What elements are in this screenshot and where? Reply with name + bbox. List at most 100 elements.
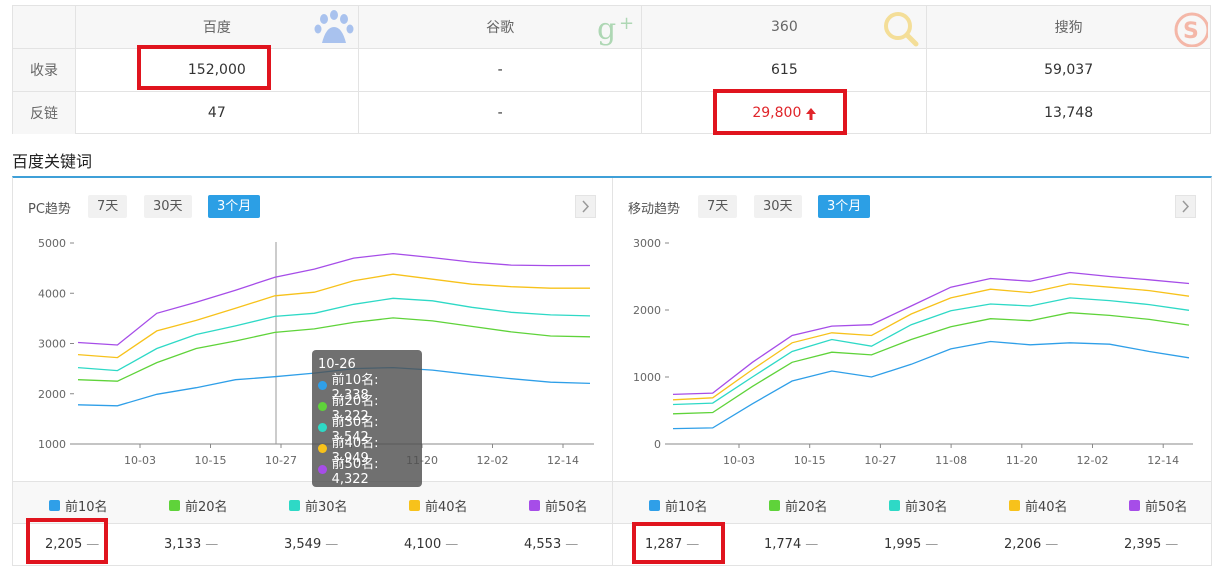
tab-30-days[interactable]: 30天 [754,195,802,218]
value-number: 2,206 [1004,537,1042,552]
legend-swatch [289,500,300,511]
value-top40: 4,100— [404,537,458,552]
legend-row: 前10名 前20名 前30名 前40名 前50名 [613,481,1211,524]
tab-30-days[interactable]: 30天 [144,195,192,218]
legend-item-top40[interactable]: 前40名 [409,496,468,515]
row-label: 反链 [13,92,75,134]
series-line-前50名 [77,252,591,346]
legend-swatch [409,500,420,511]
legend-label: 前30名 [305,500,348,515]
legend-label: 前40名 [425,500,468,515]
x-tick-label: 11-08 [935,454,967,467]
google-index-count: - [357,49,642,91]
value-number: 2,395 [1124,537,1162,552]
legend-item-top20[interactable]: 前20名 [769,496,828,515]
legend-item-top30[interactable]: 前30名 [289,496,348,515]
y-tick-label: 3000 [38,338,66,351]
tab-3-months[interactable]: 3个月 [208,195,261,218]
baidu-index-count: 152,000 [74,49,358,91]
tooltip-dot [318,381,327,390]
header-sogou: 搜狗 S [926,6,1211,48]
trend-flat-icon: — [565,537,579,552]
legend-label: 前20名 [185,500,228,515]
chart-tooltip: 10-26 前10名: 2,338 前20名: 3,222 前30名: 3,54… [312,350,422,487]
current-values-row: 1,287— 1,774— 1,995— 2,206— 2,395— [613,524,1211,566]
chevron-right-icon [582,200,590,213]
sogou-s-icon: S [1174,12,1209,47]
tab-3-months[interactable]: 3个月 [818,195,871,218]
next-button[interactable] [1175,195,1196,218]
tab-7-days[interactable]: 7天 [88,195,128,218]
series-line-前30名 [672,297,1190,406]
legend-item-top30[interactable]: 前30名 [889,496,948,515]
legend-label: 前10名 [665,500,708,515]
legend-swatch [1129,500,1140,511]
baidu-paw-icon [314,10,354,43]
table-row: 收录 152,000 - 615 59,037 [13,48,1210,91]
mobile-trend-panel: 移动趋势 7天 30天 3个月 0 1000 2000 3000 10-03 10-15 1… [613,178,1211,566]
svg-text:+: + [619,13,634,34]
table-header-row: 百度 谷歌 g + 360 搜狗 S [13,6,1211,48]
x-tick-label: 10-27 [864,454,896,467]
trend-flat-icon: — [805,537,819,552]
keyword-trend-panels: PC趋势 7天 30天 3个月 1000 2000 3000 4000 5000 10-0… [12,176,1212,566]
seo-dashboard: 百度 谷歌 g + 360 搜狗 S 收录 152,000 - 615 59,0… [0,0,1216,571]
mobile-trend-title: 移动趋势 [628,202,681,217]
value-top30: 1,995— [884,537,938,552]
current-values-row: 2,205— 3,133— 3,549— 4,100— 4,553— [13,524,612,566]
legend-label: 前10名 [65,500,108,515]
value-number: 2,205 [45,537,83,552]
legend-swatch [769,500,780,511]
legend-item-top10[interactable]: 前10名 [49,496,108,515]
trend-flat-icon: — [686,537,700,552]
value-top50: 4,553— [524,537,578,552]
tab-7-days[interactable]: 7天 [698,195,738,218]
legend-label: 前20名 [785,500,828,515]
legend-item-top40[interactable]: 前40名 [1009,496,1068,515]
index-stats-table: 百度 谷歌 g + 360 搜狗 S 收录 152,000 - 615 59,0… [12,5,1211,134]
legend-item-top20[interactable]: 前20名 [169,496,228,515]
legend-swatch [1009,500,1020,511]
value-number: 4,553 [524,537,562,552]
value-number: 1,287 [645,537,683,552]
magnifier-icon [884,12,919,47]
x-tick-label: 10-15 [794,454,826,467]
header-label: 谷歌 [486,20,515,36]
table-corner [13,6,75,48]
header-label: 搜狗 [1054,20,1083,36]
360-index-count: 615 [641,49,926,91]
y-tick-label: 1000 [38,438,66,451]
baidu-backlink-count: 47 [74,92,358,134]
x-tick-label: 10-27 [265,454,297,467]
sogou-index-count: 59,037 [926,49,1210,91]
x-tick-label: 12-02 [1077,454,1109,467]
360-backlink-cell: 29,800 [641,92,926,134]
legend-row: 前10名 前20名 前30名 前40名 前50名 [13,481,612,524]
mobile-trend-chart: 0 1000 2000 3000 10-03 10-15 10-27 11-08 11-20 12… [633,237,1193,467]
legend-swatch [889,500,900,511]
arrow-up-icon [806,108,817,120]
next-button[interactable] [575,195,596,218]
legend-item-top10[interactable]: 前10名 [649,496,708,515]
svg-text:S: S [1183,19,1199,44]
y-tick-label: 2000 [633,304,661,317]
legend-swatch [649,500,660,511]
legend-swatch [169,500,180,511]
value-top20: 3,133— [164,537,218,552]
header-baidu: 百度 [74,6,358,48]
y-tick-label: 4000 [38,287,66,300]
legend-item-top50[interactable]: 前50名 [1129,496,1188,515]
trend-flat-icon: — [1165,537,1179,552]
header-label: 百度 [202,20,231,36]
chevron-right-icon [1182,200,1190,213]
pc-trend-title: PC趋势 [28,202,71,217]
tooltip-dot [318,423,327,432]
value-number: 4,100 [404,537,442,552]
value-top10: 2,205— [45,537,99,552]
legend-label: 前50名 [545,500,588,515]
y-tick-label: 5000 [38,237,66,250]
tooltip-text: 前50名: 4,322 [331,456,379,487]
tooltip-dot [318,444,327,453]
trend-flat-icon: — [1045,537,1059,552]
legend-item-top50[interactable]: 前50名 [529,496,588,515]
